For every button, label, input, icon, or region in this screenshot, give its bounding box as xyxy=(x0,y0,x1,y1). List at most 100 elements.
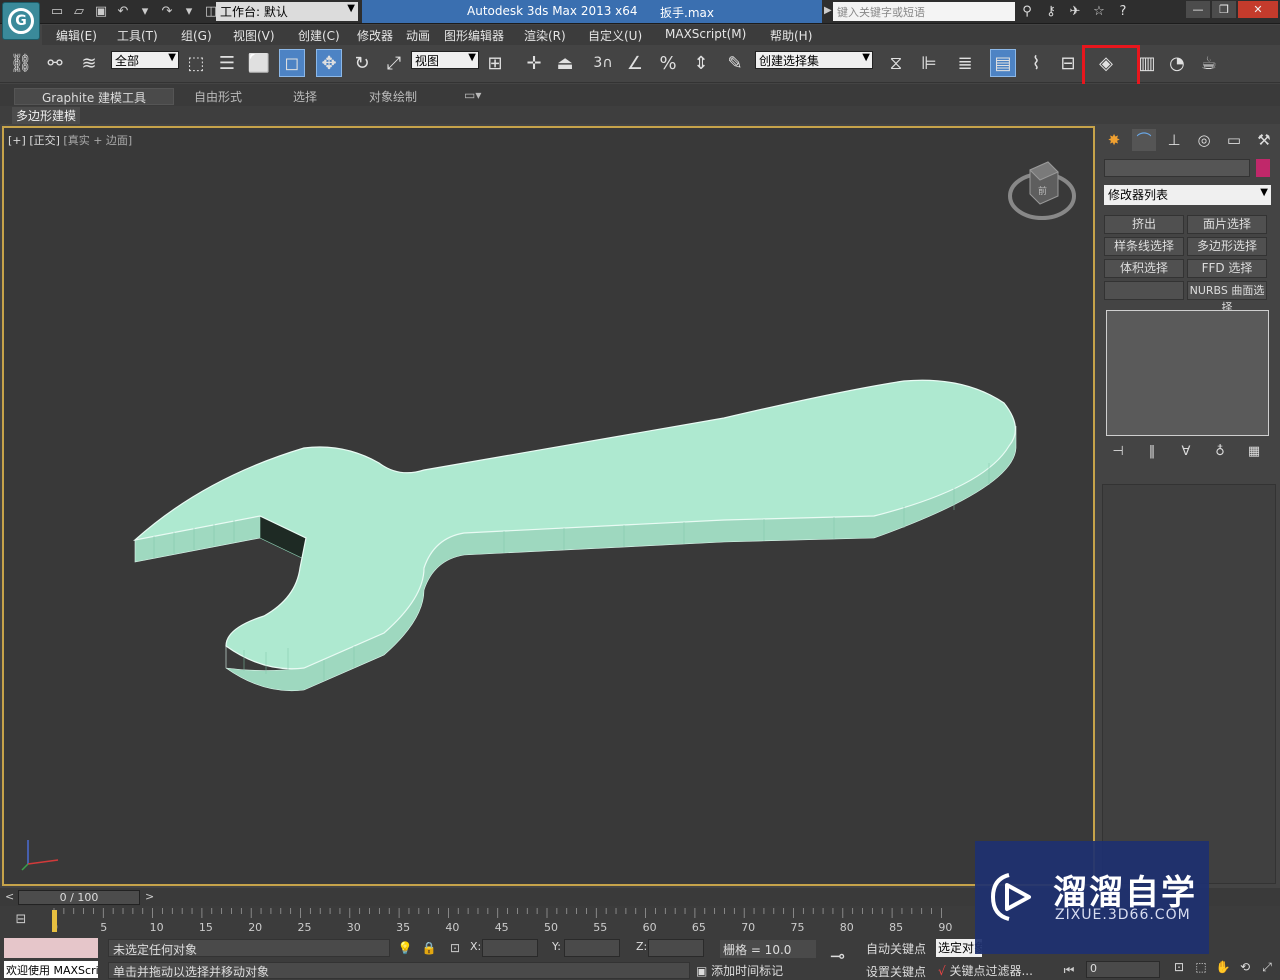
menu-rendering[interactable]: 渲染(R) xyxy=(524,27,566,44)
keyboard-shortcut-override-icon[interactable]: ⏏ xyxy=(552,49,578,77)
mirror-icon[interactable]: ⧖ xyxy=(883,49,909,77)
object-name-field[interactable] xyxy=(1104,159,1250,177)
subscription-icon[interactable]: ✈ xyxy=(1066,3,1084,21)
orbit-icon[interactable]: ⟲ xyxy=(1236,960,1254,978)
current-frame-marker[interactable] xyxy=(52,910,57,932)
redo-icon[interactable]: ↷ xyxy=(158,3,176,20)
select-and-move-icon[interactable]: ✥ xyxy=(316,49,342,77)
link-icon[interactable]: ⛓ xyxy=(8,49,34,77)
pivot-center-icon[interactable]: ⊞ xyxy=(482,49,508,77)
unlink-icon[interactable]: ⚯ xyxy=(42,49,68,77)
display-tab-icon[interactable]: ▭ xyxy=(1222,129,1246,151)
minimize-button[interactable]: — xyxy=(1186,1,1210,18)
y-coordinate-field[interactable] xyxy=(564,939,620,957)
redo-dropdown-icon[interactable]: ▾ xyxy=(180,3,198,20)
go-to-start-icon[interactable]: ⏮ xyxy=(1060,961,1078,979)
next-frame-icon[interactable]: > xyxy=(145,890,154,903)
pin-stack-icon[interactable]: ⊣ xyxy=(1108,444,1128,462)
menu-edit[interactable]: 编辑(E) xyxy=(56,27,97,44)
app-menu-button[interactable]: G xyxy=(2,2,40,40)
selection-filter-dropdown[interactable]: 全部 ▼ xyxy=(111,51,179,69)
undo-dropdown-icon[interactable]: ▾ xyxy=(136,3,154,20)
remove-modifier-icon[interactable]: ♁ xyxy=(1210,444,1230,462)
select-object-icon[interactable]: ⬚ xyxy=(183,49,209,77)
selection-lock-icon[interactable]: 🔒 xyxy=(420,939,438,957)
restore-button[interactable]: ❐ xyxy=(1212,1,1236,18)
edit-named-selection-icon[interactable]: ✎ xyxy=(722,49,748,77)
maxscript-listener-mini[interactable] xyxy=(4,938,98,958)
tab-object-paint[interactable]: 对象绘制 xyxy=(369,88,417,105)
menu-tools[interactable]: 工具(T) xyxy=(117,27,158,44)
open-file-icon[interactable]: ▱ xyxy=(70,3,88,20)
mini-curve-editor-icon[interactable]: ⊟ xyxy=(10,912,32,930)
timeline-ruler[interactable]: 051015202530354045505560657075808590 xyxy=(52,906,982,936)
maxscript-welcome[interactable]: 欢迎使用 MAXScri xyxy=(4,961,98,978)
menu-modifiers[interactable]: 修改器 xyxy=(357,27,393,44)
save-icon[interactable]: ▣ xyxy=(92,3,110,20)
absolute-mode-icon[interactable]: ⊡ xyxy=(446,939,464,957)
window-crossing-icon[interactable]: ◻ xyxy=(279,49,305,77)
menu-graph-editors[interactable]: 图形编辑器 xyxy=(444,27,504,44)
select-and-rotate-icon[interactable]: ↻ xyxy=(349,49,375,77)
modifier-stack[interactable] xyxy=(1106,310,1269,436)
object-color-swatch[interactable] xyxy=(1256,159,1270,177)
menu-views[interactable]: 视图(V) xyxy=(233,27,275,44)
menu-help[interactable]: 帮助(H) xyxy=(770,27,812,44)
menu-maxscript[interactable]: MAXScript(M) xyxy=(665,27,746,41)
x-coordinate-field[interactable] xyxy=(482,939,538,957)
configure-modifier-sets-icon[interactable]: ▦ xyxy=(1244,444,1264,462)
scene-explorer-icon[interactable]: ▤ xyxy=(990,49,1016,77)
utilities-tab-icon[interactable]: ⚒ xyxy=(1252,129,1276,151)
tab-graphite-modeling[interactable]: Graphite 建模工具 xyxy=(14,88,174,105)
binoculars-icon[interactable]: ⚲ xyxy=(1018,3,1036,21)
zoom-extents-icon[interactable]: ⊡ xyxy=(1170,960,1188,978)
extrude-button[interactable]: 挤出 xyxy=(1104,215,1184,234)
named-selection-dropdown[interactable]: 创建选择集 ▼ xyxy=(755,51,873,69)
previous-frame-icon[interactable]: < xyxy=(5,890,14,903)
select-by-name-icon[interactable]: ☰ xyxy=(214,49,240,77)
search-expand-icon[interactable]: ▶ xyxy=(824,5,832,16)
current-frame-field[interactable]: 0 xyxy=(1086,961,1160,978)
rendered-frame-window-icon[interactable]: ◔ xyxy=(1164,49,1190,77)
tab-freeform[interactable]: 自由形式 xyxy=(194,88,242,105)
curve-editor-icon[interactable]: ⌇ xyxy=(1023,49,1049,77)
undo-icon[interactable]: ↶ xyxy=(114,3,132,20)
render-production-icon[interactable]: ☕ xyxy=(1196,49,1222,77)
workspace-dropdown[interactable]: 工作台: 默认 ▼ xyxy=(216,2,358,21)
spline-select-button[interactable]: 样条线选择 xyxy=(1104,237,1184,256)
modifier-list-dropdown[interactable]: 修改器列表 ▼ xyxy=(1104,185,1271,205)
menu-customize[interactable]: 自定义(U) xyxy=(588,27,642,44)
select-and-manipulate-icon[interactable]: ✛ xyxy=(521,49,547,77)
help-icon[interactable]: ? xyxy=(1114,3,1132,21)
ffd-select-button[interactable]: FFD 选择 xyxy=(1187,259,1267,278)
menu-animation[interactable]: 动画 xyxy=(406,27,430,44)
auto-key-button[interactable]: 自动关键点 xyxy=(866,940,926,957)
snaps-toggle-icon[interactable]: 3 ∩ xyxy=(590,49,616,77)
angle-snap-icon[interactable]: ∠ xyxy=(622,49,648,77)
menu-group[interactable]: 组(G) xyxy=(181,27,212,44)
create-tab-icon[interactable]: ✸ xyxy=(1102,129,1126,151)
volume-select-button[interactable]: 体积选择 xyxy=(1104,259,1184,278)
align-icon[interactable]: ⊫ xyxy=(916,49,942,77)
make-unique-icon[interactable]: ∀ xyxy=(1176,444,1196,462)
perspective-viewport[interactable]: [+] [正交] [真实 + 边面] 前 xyxy=(2,126,1095,886)
add-time-tag-button[interactable]: ▣ 添加时间标记 xyxy=(696,962,820,979)
bind-space-warp-icon[interactable]: ≋ xyxy=(76,49,102,77)
key-filters-button[interactable]: √ 关键点过滤器... xyxy=(938,962,1033,979)
nurbs-surface-select-button[interactable]: NURBS 曲面选择 xyxy=(1187,281,1267,314)
pan-view-icon[interactable]: ✋ xyxy=(1214,960,1232,978)
z-coordinate-field[interactable] xyxy=(648,939,704,957)
modify-tab-icon[interactable]: ⌒ xyxy=(1132,129,1156,151)
set-key-icon[interactable]: ⊸ xyxy=(830,946,845,967)
select-and-scale-icon[interactable]: ⤢ xyxy=(381,49,407,77)
patch-select-button[interactable]: 面片选择 xyxy=(1187,215,1267,234)
region-zoom-icon[interactable]: ⬚ xyxy=(1192,960,1210,978)
rectangular-selection-icon[interactable]: ⬜ xyxy=(246,49,272,77)
new-file-icon[interactable]: ▭ xyxy=(48,3,66,20)
motion-tab-icon[interactable]: ◎ xyxy=(1192,129,1216,151)
tab-selection[interactable]: 选择 xyxy=(293,88,317,105)
set-key-button[interactable]: 设置关键点 xyxy=(866,963,926,980)
hierarchy-tab-icon[interactable]: ⊥ xyxy=(1162,129,1186,151)
menu-create[interactable]: 创建(C) xyxy=(298,27,340,44)
reference-coordinate-dropdown[interactable]: 视图 ▼ xyxy=(411,51,479,69)
